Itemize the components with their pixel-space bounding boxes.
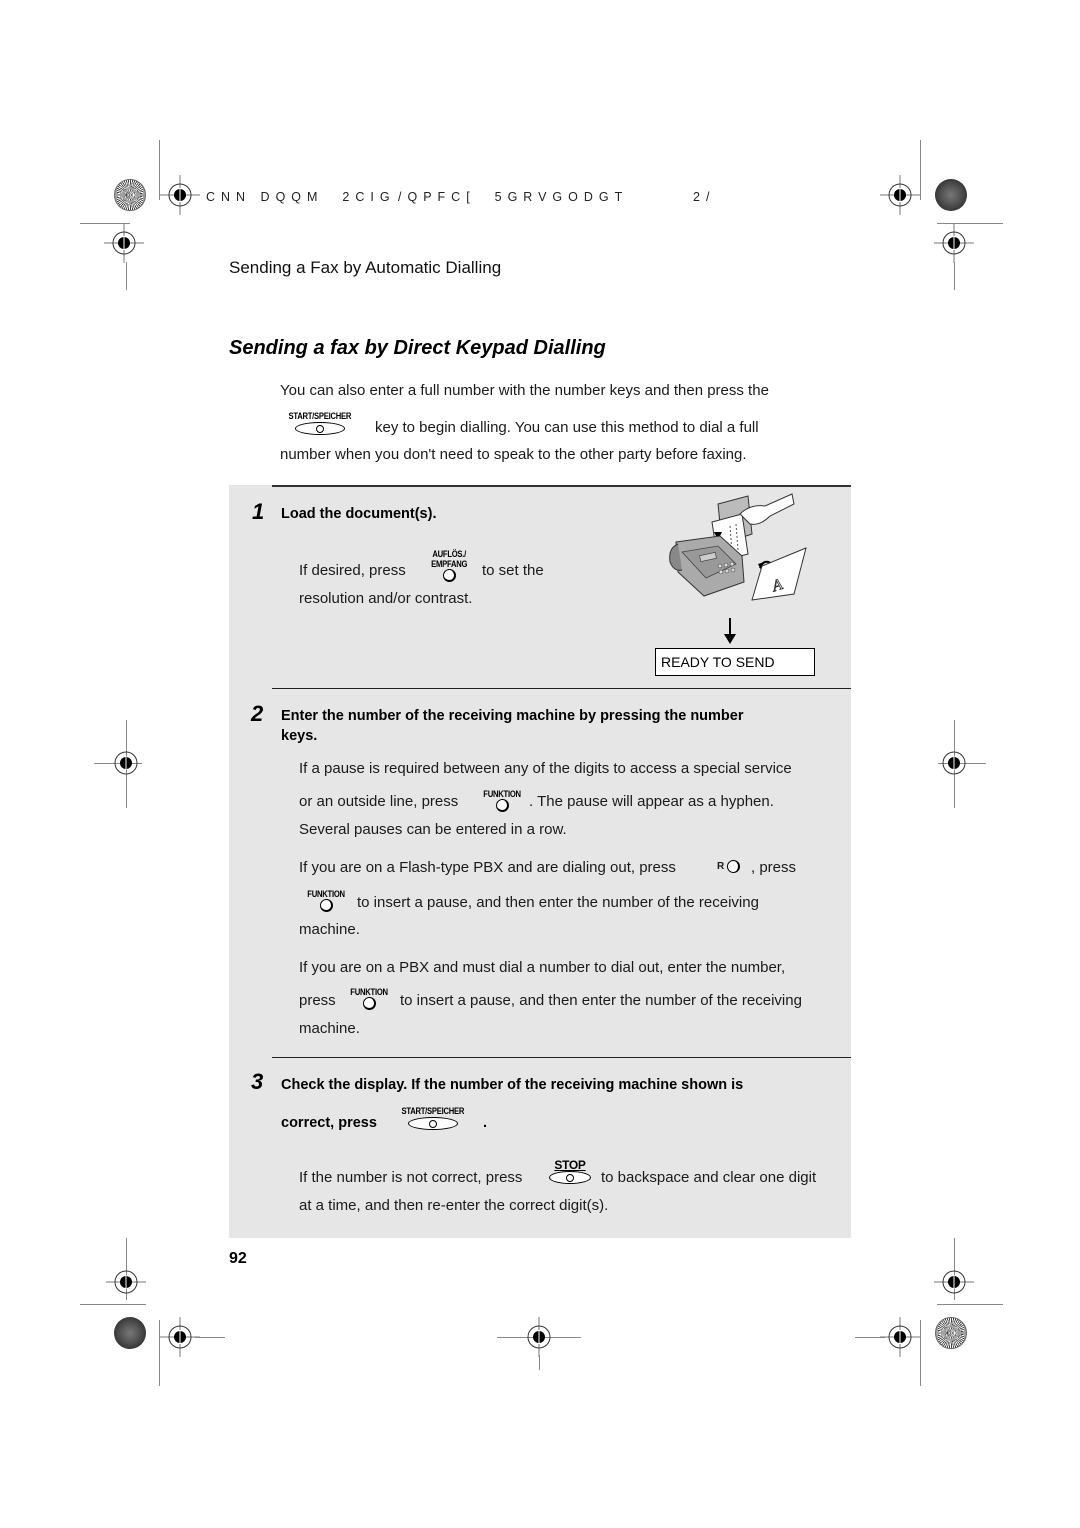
funktion-key-icon: FUNKTION	[480, 789, 524, 812]
crop-mark	[195, 1337, 225, 1338]
key-label: FUNKTION	[307, 889, 345, 899]
color-registration-rosette-icon	[114, 179, 146, 211]
oval-button-icon	[407, 1117, 458, 1130]
step2-text: If you are on a Flash-type PBX and are d…	[299, 859, 676, 876]
key-label: FUNKTION	[483, 789, 521, 799]
registration-mark-icon	[880, 175, 920, 215]
step3-text: If the number is not correct, press	[299, 1169, 523, 1186]
stop-key-icon: STOP	[549, 1158, 591, 1184]
step-title: correct, press	[281, 1115, 377, 1131]
fax-machine-illustration: A	[669, 493, 807, 601]
key-label: R	[717, 861, 725, 873]
registration-mark-icon	[934, 1270, 974, 1294]
header-code-part3: 2/	[693, 190, 716, 204]
step2-text: machine.	[299, 921, 360, 938]
aufloes-empfang-key-icon: AUFLÖS./ EMPFANG	[428, 549, 470, 582]
round-button-icon	[727, 860, 741, 873]
step-number: 1	[252, 499, 265, 524]
step2-text: , press	[751, 859, 797, 876]
key-label: FUNKTION	[350, 987, 388, 997]
registration-mark-icon	[934, 223, 974, 263]
step-number: 2	[251, 701, 264, 726]
registration-mark-icon	[106, 1270, 146, 1294]
crop-mark	[937, 1304, 1003, 1305]
round-button-icon	[362, 997, 376, 1010]
step-divider	[272, 485, 851, 487]
step3-text: at a time, and then re-enter the correct…	[299, 1197, 609, 1214]
step2-text: . The pause will appear as a hyphen.	[529, 793, 774, 810]
step-title: Enter the number of the receiving machin…	[281, 708, 744, 724]
step2-text: to insert a pause, and then enter the nu…	[357, 894, 759, 911]
step2-text: press	[299, 992, 336, 1009]
registration-mark-icon	[527, 1317, 551, 1357]
step1-text: If desired, press	[299, 562, 406, 579]
crop-mark	[954, 262, 955, 290]
step2-text: If a pause is required between any of th…	[299, 760, 792, 777]
step2-text: machine.	[299, 1020, 360, 1037]
registration-mark-icon	[160, 175, 200, 215]
step1-text: to set the	[482, 562, 544, 579]
round-button-icon	[319, 899, 333, 912]
intro-line-2: key to begin dialling. You can use this …	[375, 419, 759, 436]
color-registration-rosette-icon	[935, 179, 967, 211]
step-number: 3	[251, 1069, 264, 1094]
round-button-icon	[495, 799, 509, 812]
crop-mark	[126, 262, 127, 290]
key-label: STOP	[554, 1158, 586, 1172]
registration-mark-icon	[104, 223, 144, 263]
registration-mark-icon	[160, 1317, 200, 1357]
key-label: START/SPEICHER	[288, 411, 352, 421]
step-divider	[272, 688, 851, 689]
color-registration-rosette-icon	[114, 1317, 146, 1349]
crop-mark	[80, 1304, 146, 1305]
step2-text: Several pauses can be entered in a row.	[299, 821, 567, 838]
key-label-line1: AUFLÖS./	[432, 549, 467, 559]
crop-mark	[920, 1320, 921, 1386]
step1-text: resolution and/or contrast.	[299, 590, 473, 607]
step-title: Check the display. If the number of the …	[281, 1077, 744, 1093]
section-title: Sending a Fax by Automatic Dialling	[229, 258, 502, 277]
start-speicher-key-icon: START/SPEICHER	[283, 411, 357, 435]
intro-line-1: You can also enter a full number with th…	[280, 382, 769, 399]
step2-text: If you are on a PBX and must dial a numb…	[299, 959, 786, 976]
key-label: START/SPEICHER	[401, 1106, 465, 1116]
intro-line-3: number when you don't need to speak to t…	[280, 446, 747, 463]
step-divider	[272, 1057, 851, 1058]
round-button-icon	[442, 569, 456, 582]
registration-mark-icon	[942, 751, 966, 775]
step3-text: to backspace and clear one digit	[601, 1169, 817, 1186]
color-registration-rosette-icon	[935, 1317, 967, 1349]
step2-text: or an outside line, press	[299, 793, 459, 810]
page-number: 92	[229, 1250, 247, 1267]
step2-text: to insert a pause, and then enter the nu…	[400, 992, 802, 1009]
header-code-part1: CNN DQQM 2CIG	[206, 190, 396, 204]
start-speicher-key-icon: START/SPEICHER	[396, 1106, 470, 1130]
key-label-line2: EMPFANG	[431, 559, 468, 569]
crop-mark	[920, 140, 921, 200]
registration-mark-icon	[880, 1317, 920, 1357]
crop-mark	[539, 1355, 540, 1370]
oval-button-icon	[294, 422, 345, 435]
step-title: Load the document(s).	[281, 506, 437, 522]
funktion-key-icon: FUNKTION	[347, 987, 391, 1010]
r-key-icon: R	[717, 860, 741, 873]
oval-button-icon	[549, 1171, 591, 1184]
down-arrow-icon	[724, 618, 736, 644]
step-title: .	[483, 1115, 488, 1131]
step-title: keys.	[281, 728, 318, 744]
page-heading: Sending a fax by Direct Keypad Dialling	[229, 337, 606, 359]
header-code-part2: /QPFC[ 5GRVGODGT	[398, 190, 629, 204]
funktion-key-icon: FUNKTION	[304, 889, 348, 912]
registration-mark-icon	[114, 751, 138, 775]
lcd-display: READY TO SEND	[655, 648, 815, 676]
